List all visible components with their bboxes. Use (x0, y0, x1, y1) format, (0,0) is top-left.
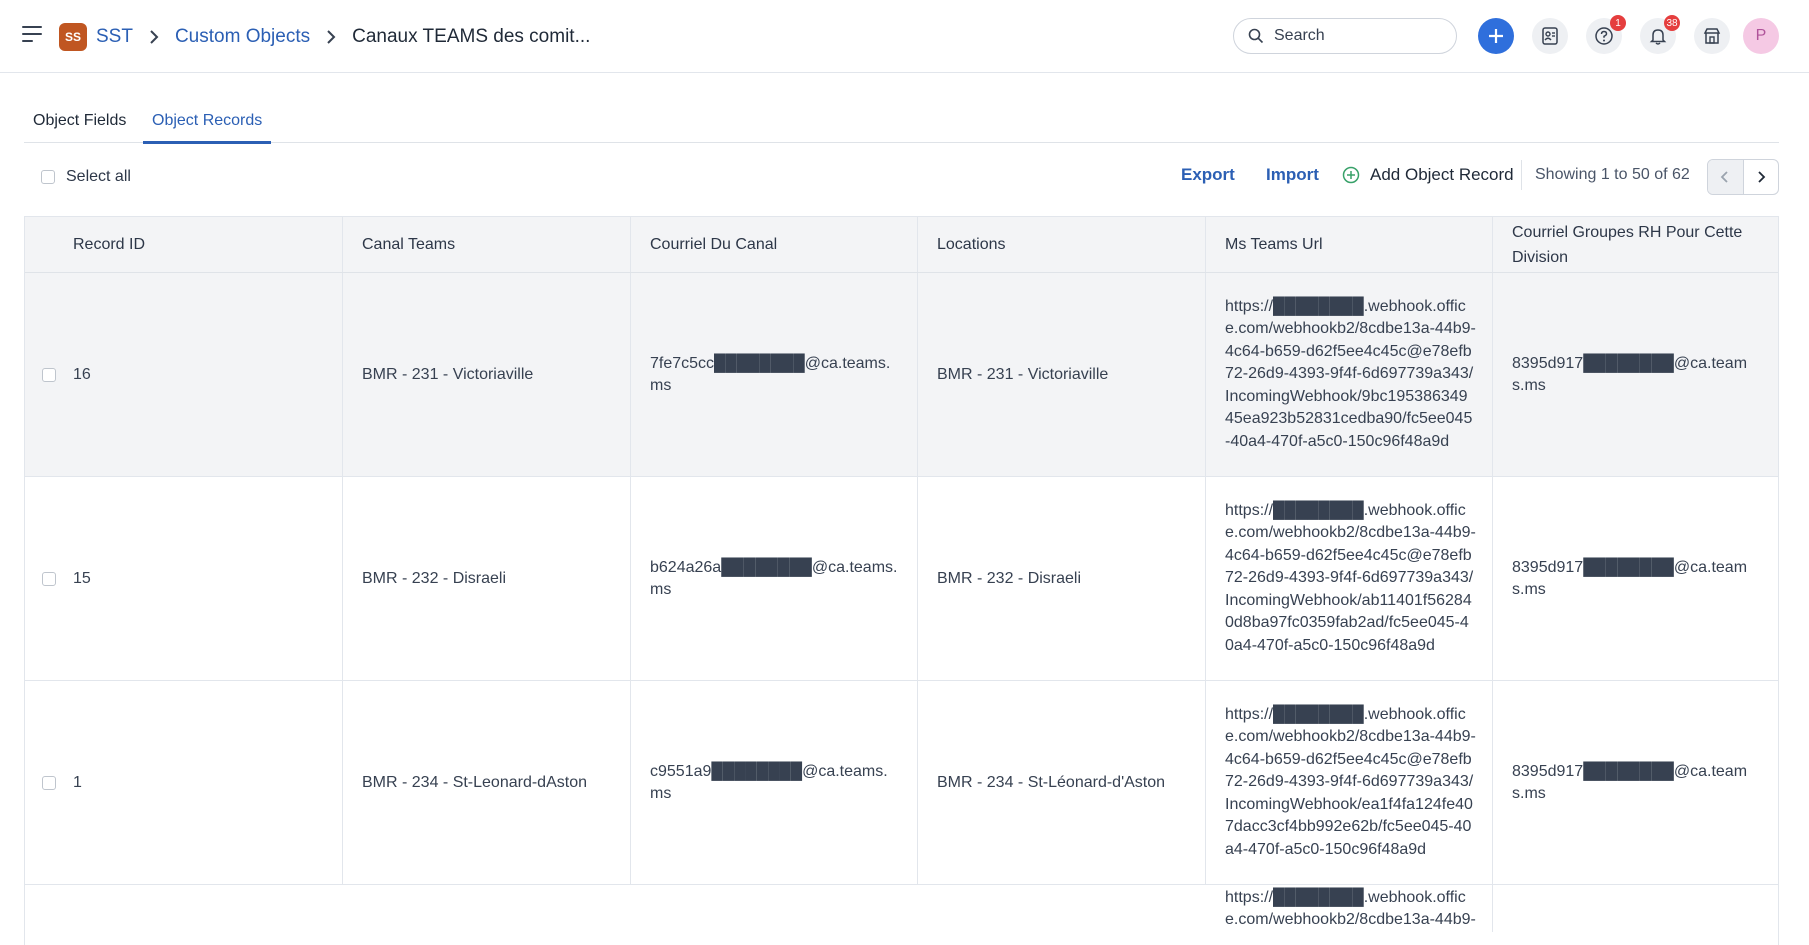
menu-icon[interactable] (22, 26, 42, 44)
chevron-right-icon (149, 30, 159, 44)
record-id: 1 (73, 773, 82, 791)
rh-email-cell: 8395d917████████@ca.teams.ms (1512, 354, 1748, 394)
contacts-button[interactable] (1532, 18, 1568, 54)
record-id-cell: 1 (25, 681, 343, 884)
address-book-icon (1542, 27, 1558, 45)
column-courriel-du-canal[interactable]: Courriel Du Canal (631, 217, 918, 272)
table-row[interactable]: 16 BMR - 231 - Victoriaville 7fe7c5cc███… (25, 273, 1778, 477)
avatar[interactable]: P (1743, 18, 1779, 54)
record-id: 16 (73, 365, 91, 383)
chevron-left-icon (1720, 171, 1728, 183)
location-cell: BMR - 231 - Victoriaville (918, 273, 1206, 476)
search-box[interactable] (1233, 18, 1457, 54)
canal-teams-cell: BMR - 232 - Disraeli (343, 477, 631, 680)
select-all[interactable]: Select all (41, 168, 131, 186)
import-button[interactable]: Import (1266, 165, 1319, 185)
records-table: Record ID Canal Teams Courriel Du Canal … (24, 216, 1779, 945)
marketplace-button[interactable] (1694, 18, 1730, 54)
help-circle-icon (1595, 27, 1613, 45)
add-object-record-label: Add Object Record (1370, 165, 1514, 184)
column-ms-teams-url[interactable]: Ms Teams Url (1206, 217, 1493, 272)
ms-teams-url-cell: https://████████.webhook.office.com/webh… (1206, 885, 1493, 932)
object-tabs: Object Fields Object Records (24, 104, 1779, 144)
tab-object-fields[interactable]: Object Fields (24, 112, 135, 141)
toolbar-divider (1521, 160, 1522, 190)
top-header: SS SST Custom Objects Canaux TEAMS des c… (0, 0, 1809, 73)
help-badge: 1 (1610, 15, 1626, 31)
row-checkbox[interactable] (42, 367, 56, 382)
help-button[interactable]: 1 (1586, 15, 1626, 54)
select-all-label: Select all (66, 168, 131, 185)
courriel-cell: c9551a9████████@ca.teams.ms (631, 681, 918, 884)
table-row[interactable]: 1 BMR - 234 - St-Leonard-dAston c9551a9█… (25, 681, 1778, 885)
rh-email-cell: 8395d917████████@ca.teams.ms (1512, 558, 1748, 598)
ms-teams-url-cell: https://████████.webhook.office.com/webh… (1206, 477, 1493, 680)
ms-teams-url-cell: https://████████.webhook.office.com/webh… (1206, 681, 1493, 884)
row-checkbox[interactable] (42, 775, 56, 790)
column-canal-teams[interactable]: Canal Teams (343, 217, 631, 272)
export-button[interactable]: Export (1181, 165, 1235, 185)
breadcrumb-current: Canaux TEAMS des comit... (352, 26, 591, 47)
breadcrumb-sst[interactable]: SST (96, 26, 133, 48)
courriel-cell: 7fe7c5cc████████@ca.teams.ms (631, 273, 918, 476)
column-locations[interactable]: Locations (918, 217, 1206, 272)
search-input[interactable] (1272, 26, 1426, 46)
canal-teams-cell: BMR - 231 - Victoriaville (343, 273, 631, 476)
table-row[interactable]: 15 BMR - 232 - Disraeli b624a26a████████… (25, 477, 1778, 681)
courriel-cell: b624a26a████████@ca.teams.ms (631, 477, 918, 680)
canal-teams-cell: BMR - 234 - St-Leonard-dAston (343, 681, 631, 884)
notifications-button[interactable]: 38 (1640, 15, 1680, 54)
breadcrumb-custom-objects[interactable]: Custom Objects (175, 26, 310, 48)
prev-page-button[interactable] (1708, 160, 1744, 194)
search-icon (1248, 28, 1264, 44)
plus-circle-icon (1342, 166, 1360, 184)
chevron-right-icon (1758, 171, 1766, 183)
records-toolbar: Select all Export Import Add Object Reco… (24, 156, 1779, 196)
notifications-badge: 38 (1664, 15, 1680, 31)
ms-teams-url-cell: https://████████.webhook.office.com/webh… (1206, 273, 1493, 476)
bell-icon (1649, 29, 1667, 45)
record-id-cell: 15 (25, 477, 343, 680)
table-row[interactable]: https://████████.webhook.office.com/webh… (25, 885, 1778, 945)
column-record-id[interactable]: Record ID (25, 217, 343, 272)
pagination (1707, 159, 1779, 195)
breadcrumb: SST Custom Objects Canaux TEAMS des comi… (96, 24, 590, 50)
plus-icon (1489, 29, 1503, 43)
location-cell: BMR - 232 - Disraeli (918, 477, 1206, 680)
row-checkbox[interactable] (42, 571, 56, 586)
rh-email-cell: 8395d917████████@ca.teams.ms (1512, 762, 1748, 802)
store-icon (1703, 28, 1721, 44)
quick-add-button[interactable] (1478, 18, 1514, 54)
record-id: 15 (73, 569, 91, 587)
chevron-right-icon (326, 30, 336, 44)
add-object-record-button[interactable]: Add Object Record (1342, 165, 1514, 185)
location-cell: BMR - 234 - St-Léonard-d'Aston (918, 681, 1206, 884)
pagination-status: Showing 1 to 50 of 62 (1535, 166, 1690, 183)
select-all-checkbox[interactable] (41, 170, 55, 184)
record-id-cell: 16 (25, 273, 343, 476)
workspace-badge[interactable]: SS (59, 23, 87, 51)
table-header: Record ID Canal Teams Courriel Du Canal … (25, 217, 1778, 273)
next-page-button[interactable] (1744, 160, 1779, 194)
tab-object-records[interactable]: Object Records (143, 112, 272, 144)
column-courriel-groupes-rh[interactable]: Courriel Groupes RH Pour Cette Division (1493, 217, 1778, 272)
